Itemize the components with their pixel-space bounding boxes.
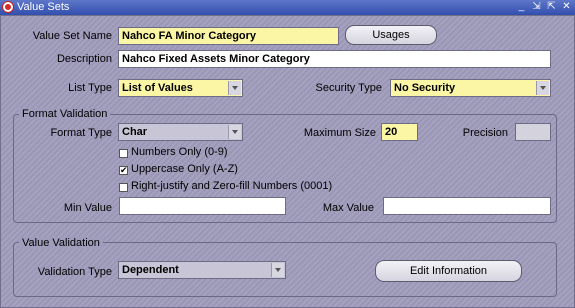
maximum-size-label: Maximum Size xyxy=(303,127,376,139)
precision-field[interactable] xyxy=(515,123,551,141)
value-set-name-field[interactable]: Nahco FA Minor Category xyxy=(118,27,339,45)
min-value-field[interactable] xyxy=(119,197,286,215)
value-validation-title: Value Validation xyxy=(19,237,103,249)
numbers-only-label: Numbers Only (0-9) xyxy=(131,146,228,158)
restore-icon[interactable]: ⇲ xyxy=(532,1,541,13)
window-titlebar: Value Sets _ ⇲ ⇱ ✕ xyxy=(0,0,575,15)
format-type-label: Format Type xyxy=(50,127,112,139)
maximize-icon[interactable]: ⇱ xyxy=(547,1,556,13)
format-type-select[interactable]: Char xyxy=(118,123,243,141)
list-type-value: List of Values xyxy=(122,82,193,94)
max-value-label: Max Value xyxy=(322,202,374,214)
validation-type-value: Dependent xyxy=(122,264,179,276)
security-type-value: No Security xyxy=(394,82,456,94)
right-justify-zero-fill-label: Right-justify and Zero-fill Numbers (000… xyxy=(131,180,333,192)
checkmark-icon: ✔ xyxy=(120,165,128,175)
chevron-down-icon[interactable] xyxy=(536,81,549,95)
security-type-select[interactable]: No Security xyxy=(390,79,551,97)
minimize-icon[interactable]: _ xyxy=(517,1,526,13)
validation-type-label: Validation Type xyxy=(37,266,112,278)
close-icon[interactable]: ✕ xyxy=(562,1,571,13)
format-type-value: Char xyxy=(122,126,148,138)
right-justify-zero-fill-checkbox[interactable] xyxy=(119,183,128,192)
max-value-field[interactable] xyxy=(383,197,551,215)
description-field[interactable]: Nahco Fixed Assets Minor Category xyxy=(118,50,551,68)
uppercase-only-label: Uppercase Only (A-Z) xyxy=(131,163,238,175)
validation-type-select[interactable]: Dependent xyxy=(118,261,286,279)
edit-information-button[interactable]: Edit Information xyxy=(375,260,522,282)
format-validation-title: Format Validation xyxy=(19,108,111,120)
oracle-app-icon xyxy=(2,1,14,13)
value-set-name-label: Value Set Name xyxy=(32,30,112,42)
description-label: Description xyxy=(56,53,112,65)
list-type-select[interactable]: List of Values xyxy=(118,79,243,97)
window-title: Value Sets xyxy=(17,1,70,13)
usages-button[interactable]: Usages xyxy=(345,25,437,45)
numbers-only-checkbox[interactable] xyxy=(119,149,128,158)
list-type-label: List Type xyxy=(68,82,112,94)
uppercase-only-checkbox[interactable]: ✔ xyxy=(119,166,128,175)
chevron-down-icon[interactable] xyxy=(228,125,241,139)
chevron-down-icon[interactable] xyxy=(228,81,241,95)
precision-label: Precision xyxy=(462,127,508,139)
min-value-label: Min Value xyxy=(63,202,112,214)
window-controls: _ ⇲ ⇱ ✕ xyxy=(517,1,571,13)
maximum-size-field[interactable]: 20 xyxy=(381,123,418,141)
security-type-label: Security Type xyxy=(315,82,382,94)
chevron-down-icon[interactable] xyxy=(271,263,284,277)
